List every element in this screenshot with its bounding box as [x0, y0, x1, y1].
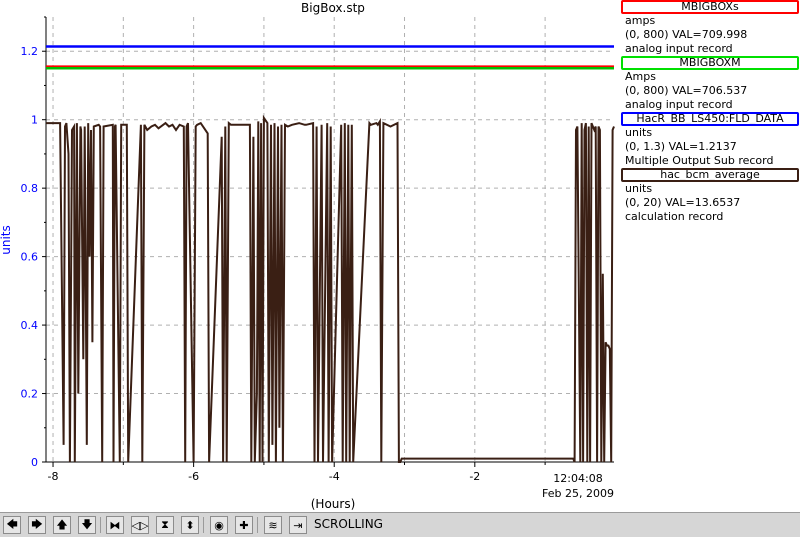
legend-name-box[interactable]: HacR_BB_LS450:FLD_DATA	[621, 112, 799, 126]
legend-units: Amps	[625, 70, 656, 83]
scroll-mode-label: SCROLLING	[314, 517, 383, 531]
scroll-mode-icon[interactable]: ≋	[264, 516, 282, 534]
legend-units: amps	[625, 14, 656, 27]
legend-name-box[interactable]: MBIGBOXM	[621, 56, 799, 70]
legend-name-box[interactable]: MBIGBOXs	[621, 0, 799, 14]
y-tick-label: 1.2	[21, 45, 39, 58]
legend-record-type: analog input record	[625, 42, 733, 55]
chart-title: BigBox.stp	[301, 1, 365, 15]
toolbar-separator	[203, 517, 204, 533]
legend-units: units	[625, 182, 653, 195]
legend-item-mbigboxs[interactable]: MBIGBOXs amps (0, 800) VAL=709.998 analo…	[620, 0, 800, 56]
go-to-end-icon[interactable]: ⇥	[289, 516, 307, 534]
date-stamp-label: Feb 25, 2009	[542, 487, 614, 500]
y-tick-label: 0.6	[21, 251, 39, 264]
legend-units: units	[625, 126, 653, 139]
toolbar-separator	[257, 517, 258, 533]
legend-panel: MBIGBOXs amps (0, 800) VAL=709.998 analo…	[620, 0, 800, 512]
legend-item-mbigboxm[interactable]: MBIGBOXM Amps (0, 800) VAL=706.537 analo…	[620, 56, 800, 112]
y-axis-label: units	[0, 225, 13, 255]
x-tick-label: -4	[329, 470, 340, 483]
strip-chart[interactable]: 0 0.2 0.4 0.6 0.8 1 1.2 -8 -6 -4 -2 BigBox.stp (Hour…	[0, 0, 620, 512]
y-tick-label: 0.4	[21, 319, 39, 332]
zoom-out-vertical-icon[interactable]: ⬍	[181, 516, 199, 534]
x-axis-label: (Hours)	[311, 497, 356, 511]
zoom-out-horizontal-icon[interactable]: ◁▷	[131, 516, 149, 534]
autoscale-icon[interactable]: ◉	[210, 516, 228, 534]
x-tick-label: -8	[48, 470, 59, 483]
arrow-right-icon[interactable]: 🡆	[28, 516, 46, 534]
legend-name-box[interactable]: hac_bcm_average	[621, 168, 799, 182]
legend-range: (0, 800) VAL=709.998	[625, 28, 748, 41]
zoom-in-vertical-icon[interactable]: ⧗	[156, 516, 174, 534]
arrow-left-icon[interactable]: 🡄	[3, 516, 21, 534]
toolbar: 🡄 🡆 🡅 🡇 ⧓ ◁▷ ⧗ ⬍ ◉ ✚ ≋ ⇥ SCROLLING	[0, 512, 800, 537]
y-tick-label: 0.2	[21, 388, 39, 401]
arrow-down-icon[interactable]: 🡇	[78, 516, 96, 534]
toolbar-separator	[100, 517, 101, 533]
legend-record-type: calculation record	[625, 210, 724, 223]
y-tick-label: 0	[31, 456, 38, 469]
legend-range: (0, 1.3) VAL=1.2137	[625, 140, 737, 153]
plot-area[interactable]: 0 0.2 0.4 0.6 0.8 1 1.2 -8 -6 -4 -2 BigBox.stp (Hour…	[0, 0, 620, 512]
x-tick-label: -2	[469, 470, 480, 483]
legend-item-fld-data[interactable]: HacR_BB_LS450:FLD_DATA units (0, 1.3) VA…	[620, 112, 800, 168]
series-line-hac-bcm-average	[46, 114, 615, 463]
time-stamp-label: 12:04:08	[553, 472, 602, 485]
zoom-in-horizontal-icon[interactable]: ⧓	[106, 516, 124, 534]
legend-record-type: Multiple Output Sub record	[625, 154, 774, 167]
arrow-up-icon[interactable]: 🡅	[53, 516, 71, 534]
x-tick-label: -6	[188, 470, 199, 483]
legend-record-type: analog input record	[625, 98, 733, 111]
y-tick-label: 1	[31, 114, 38, 127]
y-tick-label: 0.8	[21, 182, 39, 195]
legend-range: (0, 800) VAL=706.537	[625, 84, 748, 97]
legend-item-hac-bcm-average[interactable]: hac_bcm_average units (0, 20) VAL=13.653…	[620, 168, 800, 224]
legend-range: (0, 20) VAL=13.6537	[625, 196, 741, 209]
crosshair-icon[interactable]: ✚	[235, 516, 253, 534]
